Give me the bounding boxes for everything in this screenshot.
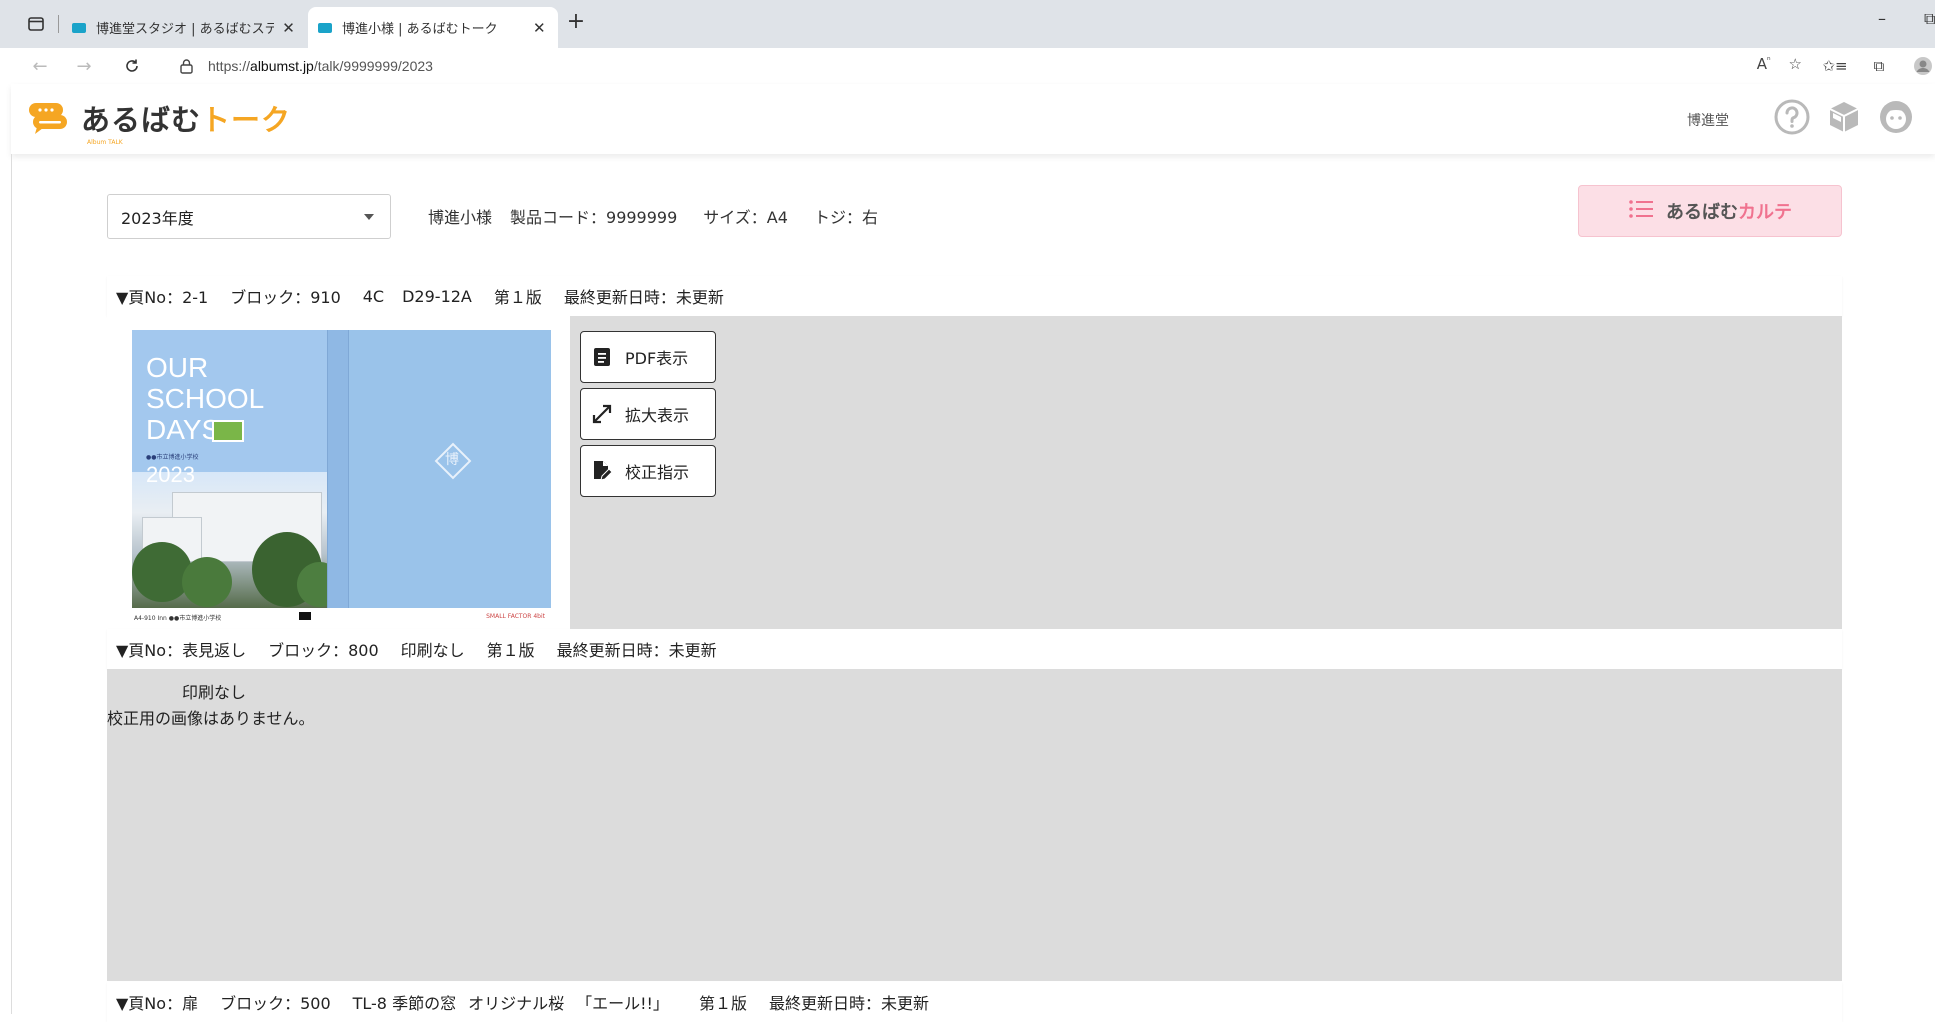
material-name: オリジナル桜 [468, 994, 565, 1013]
new-tab-icon[interactable]: + [562, 9, 590, 34]
color-mode: 4C [362, 286, 385, 306]
list-icon [1628, 198, 1654, 224]
page-number: ▼頁No：表見返し [116, 641, 247, 660]
favicon-icon [318, 22, 332, 33]
page-section: ▼頁No：表見返し ブロック：800 印刷なし 第１版 最終更新日時：未更新 印… [107, 629, 1842, 981]
edition: 第１版 [493, 288, 542, 307]
address-bar[interactable]: https://albumst.jp/talk/9999999/2023 Aⁿ … [162, 51, 1802, 81]
page-left-border [11, 154, 12, 1014]
tab-separator [58, 15, 59, 33]
no-image-message: 校正用の画像はありません。 [107, 709, 315, 728]
browser-tabstrip: 博進堂スタジオ | あるばむステーション ✕ 博進小様 | あるばむトーク ✕ … [0, 0, 1935, 48]
edition: 第１版 [486, 641, 535, 660]
section-header[interactable]: ▼頁No：扉 ブロック：500 TL-8 季節の窓 オリジナル桜 「エール!!」… [107, 982, 1842, 1022]
cover-school-name: ●●市立博進小学校 [146, 454, 199, 461]
proof-instruction-button[interactable]: 校正指示 [580, 445, 716, 497]
block-number: ブロック：910 [230, 288, 341, 307]
logo-text: あるばむトーク [81, 103, 292, 137]
section-header[interactable]: ▼頁No：表見返し ブロック：800 印刷なし 第１版 最終更新日時：未更新 [107, 629, 1842, 669]
profile-icon[interactable] [1910, 54, 1935, 78]
tab-talk[interactable]: 博進小様 | あるばむトーク ✕ [308, 7, 558, 48]
emblem-character: 博 [445, 452, 459, 468]
page-number: ▼頁No：2-1 [116, 288, 209, 307]
expand-icon [591, 403, 613, 425]
tab-station[interactable]: 博進堂スタジオ | あるばむステーション ✕ [62, 7, 307, 48]
close-icon[interactable]: ✕ [531, 19, 548, 37]
app-header: あるばむトーク Album TALK 博進堂 [11, 84, 1935, 154]
favicon-icon [72, 22, 86, 33]
read-aloud-icon[interactable]: Aⁿ [1757, 55, 1771, 73]
pdf-view-button[interactable]: PDF表示 [580, 331, 716, 383]
favorite-add-icon[interactable]: ☆ [1789, 55, 1802, 73]
document-icon [591, 346, 613, 368]
favorites-icon[interactable]: ✩≡ [1822, 54, 1848, 78]
cover-year: 2023 [146, 462, 195, 487]
material-title: 「エール!!」 [576, 994, 669, 1013]
print-mode: 印刷なし [400, 641, 465, 660]
forward-icon[interactable]: → [70, 54, 98, 78]
tab-title: 博進堂スタジオ | あるばむステーション [96, 22, 275, 37]
zoom-view-button[interactable]: 拡大表示 [580, 388, 716, 440]
cover-title: OUR SCHOOL DAYS [146, 352, 265, 445]
url-text: https://albumst.jp/talk/9999999/2023 [208, 58, 433, 74]
user-avatar-icon[interactable] [1877, 98, 1915, 136]
design-code: D29-12A [402, 286, 472, 306]
section-header[interactable]: ▼頁No：2-1 ブロック：910 4C D29-12A 第１版 最終更新日時：… [107, 276, 1842, 316]
customer-name: 博進小様 [428, 208, 493, 227]
school-building-image [132, 472, 342, 608]
product-info: 博進小様 製品コード：9999999 サイズ：A4 トジ：右 [428, 204, 878, 228]
thumbnail-panel: OUR SCHOOL DAYS ●●市立博進小学校 2023 博 A4-910 … [107, 316, 570, 630]
page-thumbnail[interactable]: OUR SCHOOL DAYS ●●市立博進小学校 2023 博 [132, 330, 551, 608]
product-code: 製品コード：9999999 [510, 208, 678, 227]
cover-spine [327, 330, 349, 608]
block-number: ブロック：800 [268, 641, 379, 660]
page-section: ▼頁No：2-1 ブロック：910 4C D29-12A 第１版 最終更新日時：… [107, 276, 1842, 630]
last-updated: 最終更新日時：未更新 [563, 288, 724, 307]
chat-bubble-icon [27, 101, 69, 135]
page-section: ▼頁No：扉 ブロック：500 TL-8 季節の窓 オリジナル桜 「エール!!」… [107, 982, 1842, 1022]
edition: 第１版 [698, 994, 747, 1013]
help-icon[interactable] [1773, 98, 1811, 136]
zoom-view-label: 拡大表示 [625, 406, 690, 425]
edit-file-icon [591, 460, 613, 482]
section-body: 印刷なし 校正用の画像はありません。 [107, 669, 1842, 981]
browser-toolbar: ← → https://albumst.jp/talk/9999999/2023… [0, 48, 1935, 84]
minimize-icon[interactable]: – [1878, 9, 1886, 28]
binding-side: トジ：右 [813, 208, 878, 227]
app-logo[interactable]: あるばむトーク Album TALK [27, 97, 292, 146]
section-body: OUR SCHOOL DAYS ●●市立博進小学校 2023 博 A4-910 … [107, 316, 1842, 630]
last-updated: 最終更新日時：未更新 [556, 641, 717, 660]
chevron-down-icon [364, 214, 374, 220]
school-name: 博進堂 [1687, 113, 1729, 129]
restore-icon[interactable]: ⧉ [1924, 9, 1935, 29]
pdf-view-label: PDF表示 [625, 349, 689, 368]
back-icon[interactable]: ← [26, 54, 54, 78]
year-select[interactable]: 2023年度 [107, 194, 391, 239]
collections-icon[interactable]: ⧉ [1866, 54, 1892, 78]
album-box-icon[interactable] [1825, 98, 1863, 136]
block-number: ブロック：500 [220, 994, 331, 1013]
last-updated: 最終更新日時：未更新 [768, 994, 929, 1013]
material-code: TL-8 季節の窓 [352, 994, 457, 1013]
album-size: サイズ：A4 [703, 208, 788, 227]
tab-actions-icon[interactable] [22, 10, 50, 38]
reload-icon[interactable] [118, 54, 146, 78]
tab-title: 博進小様 | あるばむトーク [342, 22, 498, 37]
no-print-label: 印刷なし [182, 683, 247, 702]
karte-button-label: あるばむカルテ [1666, 202, 1792, 223]
cover-photo-inset [212, 420, 244, 442]
proof-instruction-label: 校正指示 [625, 463, 690, 482]
album-karte-button[interactable]: あるばむカルテ [1578, 185, 1842, 237]
thumbnail-footer: A4-910 Inn ●●市立博進小学校 SMALL FACTOR 4bit [134, 612, 545, 622]
close-icon[interactable]: ✕ [280, 19, 297, 37]
logo-subtext: Album TALK [87, 139, 123, 146]
year-select-value: 2023年度 [121, 208, 194, 228]
page-number: ▼頁No：扉 [116, 994, 199, 1013]
lock-icon[interactable] [178, 58, 194, 74]
